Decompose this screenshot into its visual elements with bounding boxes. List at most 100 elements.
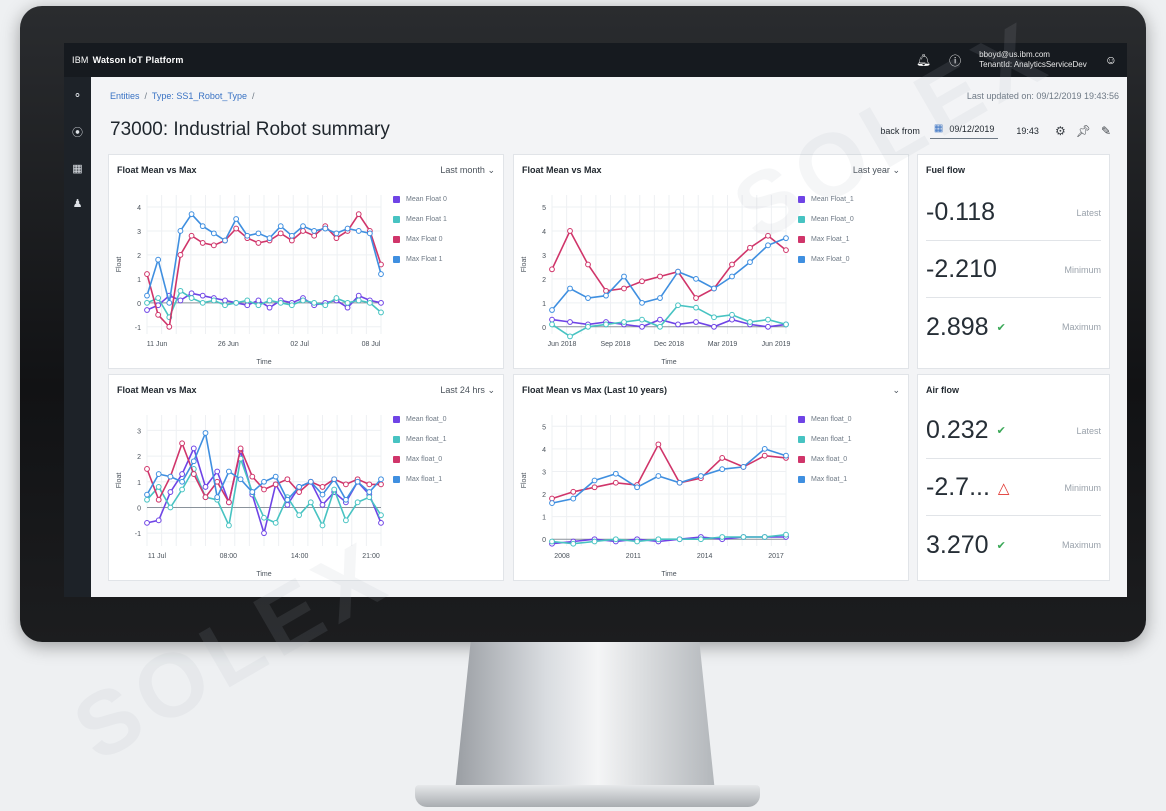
data-point <box>747 244 753 251</box>
edit-pencil-icon[interactable]: ✎ <box>1101 124 1111 138</box>
legend-item[interactable]: Mean float_0 <box>798 409 851 429</box>
chart-card-last-month: Float Mean vs Max Last month ⌄ -1 0 1 2 3 4 11… <box>108 154 504 369</box>
data-point <box>233 216 240 222</box>
data-point <box>657 316 663 323</box>
data-point <box>307 478 314 485</box>
data-point <box>549 307 555 313</box>
data-point <box>355 228 362 234</box>
legend-swatch <box>393 195 400 203</box>
user-info[interactable]: bboyd@us.ibm.com TenantId: AnalyticsServ… <box>979 50 1087 70</box>
data-point <box>378 481 384 488</box>
time-value[interactable]: 19:43 <box>1016 126 1039 136</box>
data-point <box>210 242 217 249</box>
notification-bell-icon[interactable]: 🔔︎ <box>916 53 931 67</box>
data-point <box>144 519 150 526</box>
legend-label: Mean Float 0 <box>406 195 447 203</box>
range-dropdown[interactable]: Last month ⌄ <box>440 165 495 176</box>
sidebar-data-icon[interactable]: ▦ <box>72 162 82 175</box>
x-axis-label: Time <box>256 571 271 578</box>
data-point <box>603 292 609 299</box>
data-point <box>591 477 598 484</box>
sidebar-devices-icon[interactable]: ⚬ <box>73 89 82 102</box>
date-picker[interactable]: ▦ 09/12/2019 <box>929 123 999 139</box>
y-tick-label: 1 <box>137 277 141 284</box>
data-point <box>366 230 373 237</box>
legend-item[interactable]: Mean Float 1 <box>393 209 447 229</box>
range-value: Last 24 hrs <box>440 385 485 395</box>
data-point <box>261 514 267 521</box>
y-tick-label: 1 <box>542 301 546 308</box>
legend-item[interactable]: Max float_1 <box>798 469 851 489</box>
data-point <box>549 266 555 273</box>
legend-item[interactable]: Mean Float_1 <box>798 189 854 209</box>
sidebar-explore-icon[interactable]: ⦿ <box>72 124 83 140</box>
data-point <box>188 295 195 301</box>
y-tick-label: 4 <box>542 229 546 236</box>
y-tick-label: 3 <box>137 428 141 435</box>
user-avatar-icon[interactable]: ☺ <box>1105 53 1117 67</box>
kpi-label: Latest <box>1076 425 1101 436</box>
data-point <box>639 323 645 330</box>
chevron-down-icon: ⌄ <box>892 385 900 395</box>
kpi-row-latest: -0.118 Latest <box>926 185 1101 241</box>
data-point <box>676 536 683 543</box>
data-point <box>549 321 555 328</box>
legend-item[interactable]: Max float_0 <box>798 449 851 469</box>
data-point <box>255 230 262 237</box>
breadcrumb-type[interactable]: Type: SS1_Robot_Type <box>152 91 247 101</box>
data-point <box>567 228 573 234</box>
legend-label: Max Float_0 <box>811 255 850 263</box>
data-point <box>693 319 699 325</box>
legend-item[interactable]: Max float_0 <box>393 449 446 469</box>
monitor-base <box>415 785 760 807</box>
settings-gear-icon[interactable]: ⚙ <box>1055 124 1066 138</box>
help-icon[interactable]: ⓘ <box>949 52 961 69</box>
data-point <box>675 302 681 309</box>
data-point <box>378 299 384 306</box>
data-point <box>261 486 267 493</box>
legend-item[interactable]: Mean float_0 <box>393 409 446 429</box>
data-point <box>655 536 662 543</box>
kpi-value: 0.232 ✔ <box>926 416 1006 445</box>
legend-label: Mean float_1 <box>406 435 447 443</box>
legend-item[interactable]: Mean float_1 <box>393 429 446 449</box>
data-point <box>214 494 221 501</box>
data-point <box>355 297 362 304</box>
card-title: Float Mean vs Max (Last 10 years) <box>522 385 668 395</box>
data-point <box>179 440 185 447</box>
data-point <box>585 295 591 301</box>
data-point <box>144 307 150 313</box>
legend-item[interactable]: Mean float_1 <box>798 429 851 449</box>
data-point <box>765 232 771 239</box>
data-point <box>621 319 627 325</box>
legend-item[interactable]: Max Float_1 <box>798 229 854 249</box>
brand[interactable]: IBM Watson IoT Platform <box>72 55 184 65</box>
sidebar-users-icon[interactable]: ♟ <box>73 197 83 210</box>
range-dropdown[interactable]: ⌄ <box>892 385 900 396</box>
checkmark-ok-icon: ✔ <box>996 539 1006 552</box>
legend-item[interactable]: Max Float 0 <box>393 229 447 249</box>
x-tick-label: 11 Jul <box>148 553 167 560</box>
chart-card-last-24-hrs: Float Mean vs Max Last 24 hrs ⌄ -1 0 1 2 3 11… <box>108 374 504 581</box>
data-point <box>319 522 326 529</box>
y-axis-label: Float <box>116 473 123 489</box>
card-title: Float Mean vs Max <box>522 165 602 175</box>
kpi-value-text: -2.7... <box>926 473 990 501</box>
range-dropdown[interactable]: Last 24 hrs ⌄ <box>440 385 495 396</box>
ibm-logo-text: IBM <box>72 55 89 65</box>
x-axis-label: Time <box>661 571 676 578</box>
legend-item[interactable]: Max Float_0 <box>798 249 854 269</box>
legend-item[interactable]: Mean Float_0 <box>798 209 854 229</box>
breadcrumb-entities[interactable]: Entities <box>110 91 140 101</box>
pin-icon[interactable]: 📌︎ <box>1076 124 1091 138</box>
breadcrumb-separator: / <box>251 91 255 101</box>
legend-item[interactable]: Max float_1 <box>393 469 446 489</box>
legend-item[interactable]: Max Float 1 <box>393 249 447 269</box>
data-point <box>765 323 771 330</box>
data-point <box>567 333 573 340</box>
legend-swatch <box>798 235 805 243</box>
legend-item[interactable]: Mean Float 0 <box>393 189 447 209</box>
legend-swatch <box>798 255 805 263</box>
range-dropdown[interactable]: Last year ⌄ <box>853 165 900 176</box>
data-point <box>300 228 306 234</box>
